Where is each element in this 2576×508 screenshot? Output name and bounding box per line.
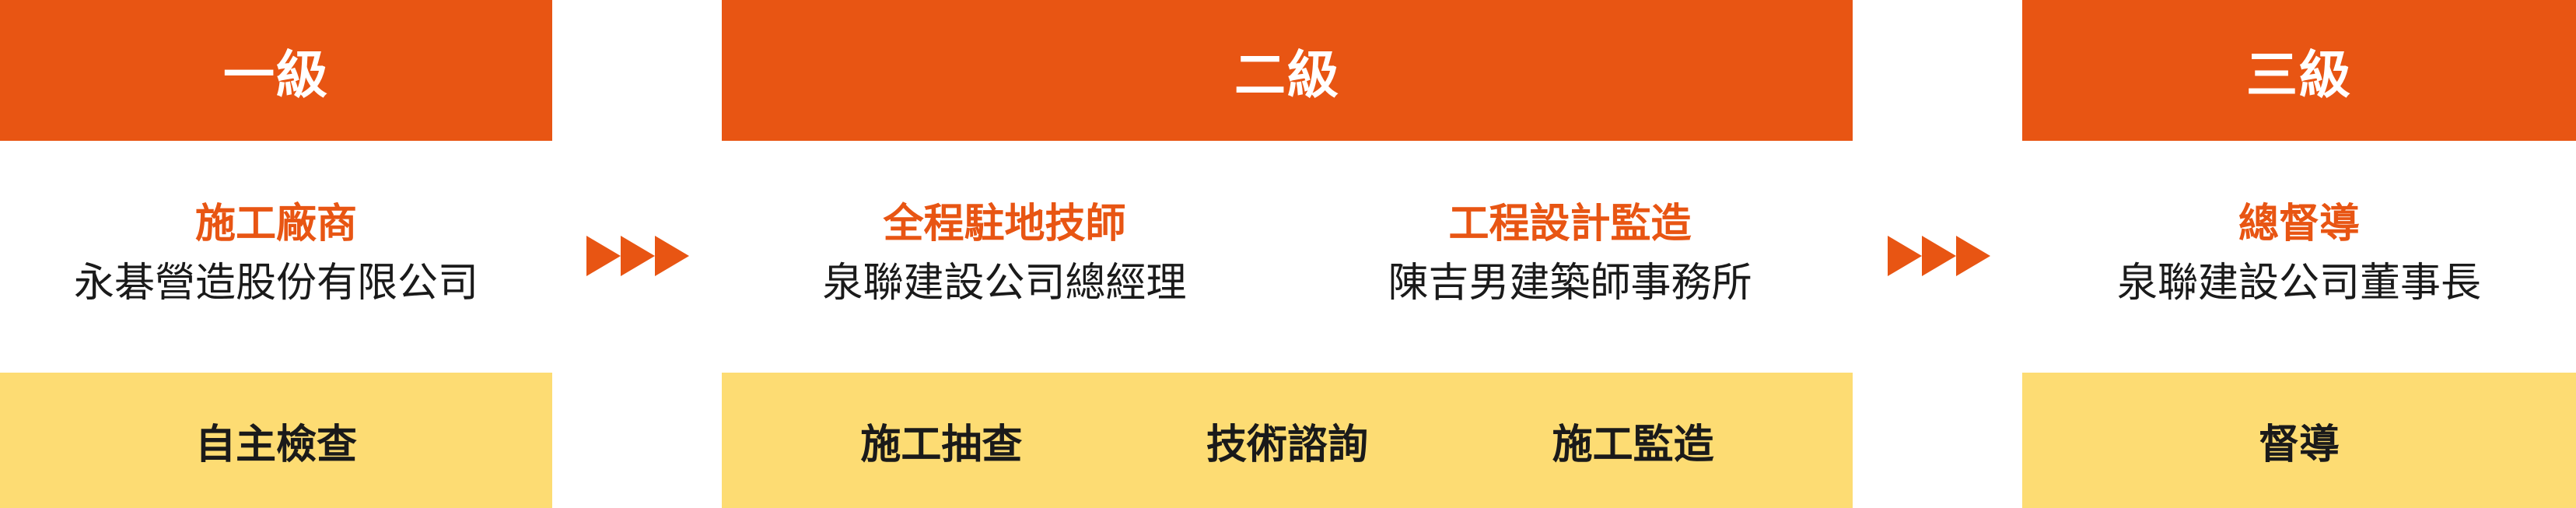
level-2-party: 全程駐地技師 泉聯建設公司總經理 [722, 141, 1287, 373]
arrow-head-icon [1922, 236, 1956, 276]
arrow-head-icon [586, 236, 621, 276]
level-3-duties: 督導 [2022, 373, 2576, 508]
level-2-duties: 施工抽查 技術諮詢 施工監造 [722, 373, 1853, 508]
arrow-head-icon [1956, 236, 1990, 276]
arrow-head-icon [655, 236, 689, 276]
party-organization: 永碁營造股份有限公司 [73, 260, 478, 307]
level-3-column: 三級 總督導 泉聯建設公司董事長 督導 [2022, 0, 2576, 508]
party-role: 施工廠商 [194, 201, 357, 247]
party-role: 總督導 [2238, 201, 2360, 247]
flow-arrows-icon [586, 236, 689, 276]
level-2-parties: 全程駐地技師 泉聯建設公司總經理 工程設計監造 陳吉男建築師事務所 [722, 141, 1853, 373]
level-1-column: 一級 施工廠商 永碁營造股份有限公司 自主檢查 [0, 0, 552, 508]
party-role: 工程設計監造 [1448, 201, 1692, 247]
level-2-column: 二級 全程駐地技師 泉聯建設公司總經理 工程設計監造 陳吉男建築師事務所 施工抽… [722, 0, 1853, 508]
arrow-head-icon [1888, 236, 1922, 276]
level-1-header: 一級 [0, 0, 552, 141]
level-1-party: 施工廠商 永碁營造股份有限公司 [0, 141, 552, 373]
duty-label: 施工抽查 [860, 421, 1023, 468]
level-3-header: 三級 [2022, 0, 2576, 141]
party-organization: 泉聯建設公司總經理 [822, 260, 1187, 307]
level-1-parties: 施工廠商 永碁營造股份有限公司 [0, 141, 552, 373]
level-3-party: 總督導 泉聯建設公司董事長 [2022, 141, 2576, 373]
party-organization: 陳吉男建築師事務所 [1388, 260, 1752, 307]
level-3-title: 三級 [2246, 44, 2352, 105]
level-1-title: 一級 [223, 44, 329, 105]
party-role: 全程駐地技師 [883, 201, 1126, 247]
party-organization: 泉聯建設公司董事長 [2116, 260, 2481, 307]
level-2-title: 二級 [1234, 44, 1340, 105]
level-2-party: 工程設計監造 陳吉男建築師事務所 [1287, 141, 1853, 373]
duty-label: 技術諮詢 [1206, 421, 1368, 468]
level-2-header: 二級 [722, 0, 1853, 141]
duty-label: 施工監造 [1552, 421, 1714, 468]
level-1-duties: 自主檢查 [0, 373, 552, 508]
duty-label: 督導 [2258, 421, 2340, 468]
level-3-parties: 總督導 泉聯建設公司董事長 [2022, 141, 2576, 373]
arrow-head-icon [621, 236, 655, 276]
flow-arrows-icon [1888, 236, 1990, 276]
duty-label: 自主檢查 [194, 421, 357, 468]
